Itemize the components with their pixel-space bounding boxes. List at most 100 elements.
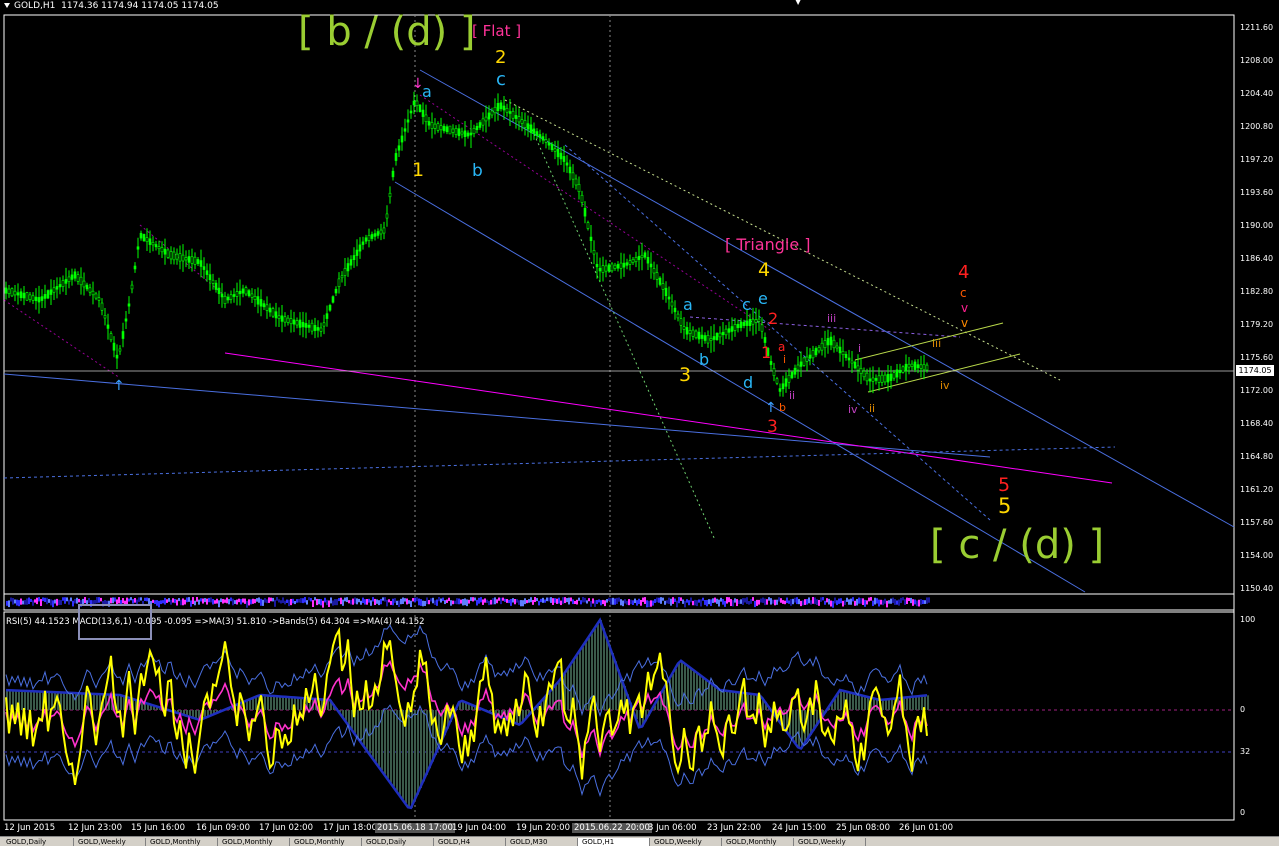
strip-bar: [910, 598, 912, 603]
candle-body: [752, 319, 754, 324]
time-tick-label: 23 Jun 22:00: [707, 823, 761, 833]
candle-body: [83, 281, 85, 287]
strip-bar: [198, 600, 200, 605]
candle-body: [221, 294, 223, 297]
strip-bar: [582, 597, 584, 602]
candle-body: [416, 101, 418, 106]
candle-body: [890, 374, 892, 380]
strip-bar: [506, 599, 508, 603]
macd-histogram-bar: [705, 679, 707, 710]
macd-histogram-bar: [576, 656, 578, 710]
strip-bar: [650, 600, 652, 606]
candle-body: [377, 232, 379, 236]
wave-label-iv-pink: iv: [848, 404, 858, 415]
strip-bar: [272, 598, 274, 601]
macd-histogram-bar: [726, 691, 728, 710]
strip-bar: [800, 601, 802, 606]
strip-bar: [660, 597, 662, 604]
candle-body: [368, 235, 370, 240]
strip-bar: [870, 597, 872, 601]
strip-bar: [48, 599, 50, 603]
macd-histogram-bar: [729, 691, 731, 710]
current-price-label: 1174.05: [1236, 365, 1274, 376]
candle-body: [71, 275, 73, 280]
strip-bar: [138, 597, 140, 601]
candle-body: [131, 285, 133, 289]
strip-bar: [788, 600, 790, 603]
strip-bar: [84, 597, 86, 603]
strip-bar: [478, 598, 480, 604]
candle-body: [827, 338, 829, 345]
rsi-level-0: 0: [1240, 808, 1245, 817]
chart-window[interactable]: ↑ ↑ ↓ ▼ GOLD,H1 1174.36 1174.94 1174.05 …: [0, 0, 1279, 845]
strip-bar: [406, 598, 408, 604]
price-chart[interactable]: ↑ ↑ ↓ ▼: [0, 0, 1279, 845]
candle-body: [911, 364, 913, 366]
candle-body: [545, 140, 547, 143]
strip-bar: [914, 600, 916, 605]
candle-body: [491, 111, 493, 115]
strip-bar: [888, 600, 890, 603]
wave-label-i-pink: i: [858, 343, 861, 354]
strip-bar: [470, 597, 472, 601]
wave-label-ii-orange: ii: [869, 403, 875, 414]
up-arrow-icon: ↑: [765, 400, 777, 416]
macd-histogram-bar: [369, 710, 371, 754]
strip-bar: [194, 601, 196, 606]
strip-bar: [262, 600, 264, 606]
strip-bar: [334, 599, 336, 605]
menu-triangle-icon[interactable]: [4, 3, 10, 8]
strip-bar: [346, 597, 348, 602]
strip-bar: [496, 599, 498, 603]
candle-body: [587, 223, 589, 229]
strip-bar: [584, 598, 586, 603]
strip-bar: [456, 598, 458, 604]
macd-histogram-bar: [300, 698, 302, 710]
strip-bar: [632, 600, 634, 605]
macd-histogram-bar: [783, 710, 785, 727]
candle-body: [644, 253, 646, 258]
candle-body: [518, 117, 520, 122]
strip-bar: [384, 597, 386, 601]
strip-bar: [818, 600, 820, 606]
candle-body: [236, 292, 238, 297]
candle-body: [38, 297, 40, 302]
strip-bar: [18, 600, 20, 606]
strip-bar: [502, 598, 504, 601]
candle-body: [44, 294, 46, 298]
price-tick-label: 1161.20: [1240, 485, 1273, 494]
strip-bar: [440, 598, 442, 602]
strip-bar: [926, 597, 928, 603]
time-tick-label: 12 Jun 23:00: [68, 823, 122, 833]
strip-bar: [902, 597, 904, 600]
price-tick-label: 1150.40: [1240, 584, 1273, 593]
time-tick-label: 19 Jun 20:00: [516, 823, 570, 833]
candle-body: [710, 338, 712, 340]
strip-bar: [64, 597, 66, 604]
candle-body: [527, 124, 529, 130]
candle-body: [554, 149, 556, 151]
strip-bar: [88, 598, 90, 603]
strip-bar: [532, 600, 534, 605]
candle-body: [704, 336, 706, 341]
strip-bar: [522, 600, 524, 606]
candle-body: [152, 242, 154, 244]
strip-bar: [626, 601, 628, 605]
macd-histogram-bar: [63, 693, 65, 710]
candle-body: [824, 341, 826, 348]
candle-body: [479, 123, 481, 128]
candle-body: [311, 323, 313, 331]
candle-body: [344, 268, 346, 275]
strip-bar: [494, 597, 496, 604]
strip-bar: [868, 598, 870, 602]
strip-bar: [158, 601, 160, 607]
strip-bar: [208, 598, 210, 602]
candle-body: [689, 330, 691, 333]
candle-body: [191, 257, 193, 264]
macd-histogram-bar: [360, 710, 362, 741]
strip-bar: [438, 597, 440, 601]
strip-bar: [288, 600, 290, 606]
strip-bar: [426, 598, 428, 605]
macd-histogram-bar: [252, 698, 254, 710]
strip-bar: [834, 598, 836, 604]
